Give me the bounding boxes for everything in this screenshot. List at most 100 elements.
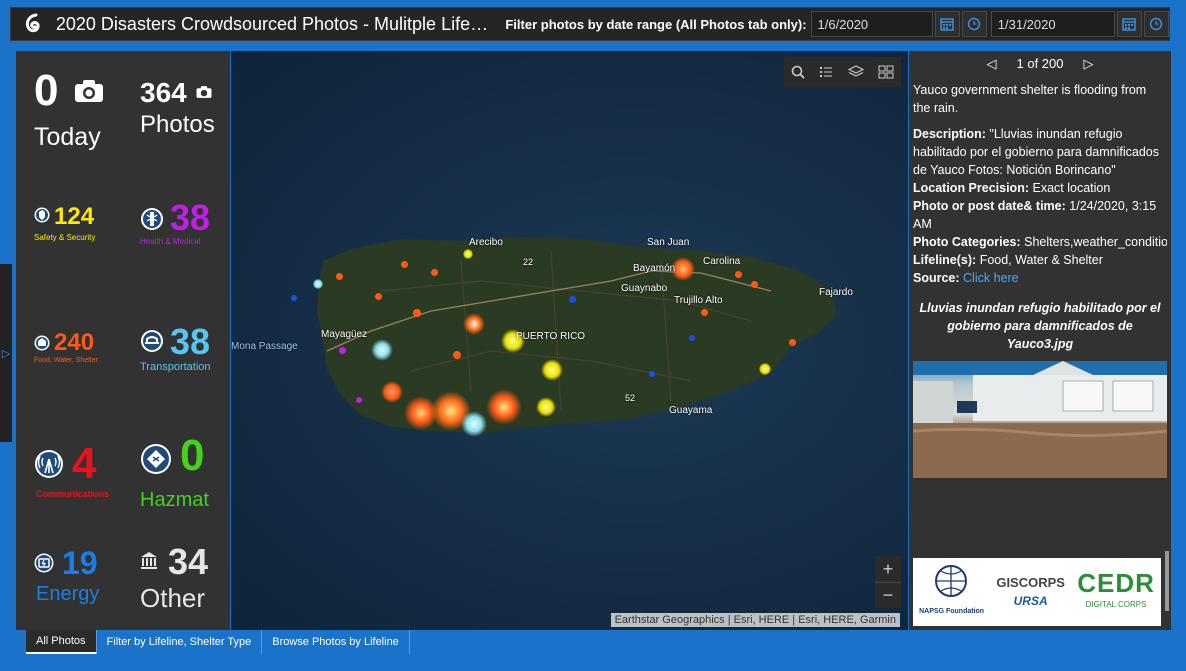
panel-scrollbar[interactable] <box>1165 551 1169 611</box>
hazmat-label: Hazmat <box>140 489 209 511</box>
clock-icon <box>1150 17 1163 31</box>
zoom-controls: + − <box>875 556 901 608</box>
photo-headline: Yauco government shelter is flooding fro… <box>913 83 1147 115</box>
tab-browse-by-lifeline[interactable]: Browse Photos by Lifeline <box>262 630 410 654</box>
map-marker[interactable] <box>536 397 556 417</box>
map-marker[interactable] <box>735 271 742 278</box>
expand-panel-handle[interactable]: ▷ <box>0 264 12 442</box>
app-title: 2020 Disasters Crowdsourced Photos - Mul… <box>55 13 488 34</box>
globe-icon <box>934 565 967 597</box>
end-date-input[interactable] <box>990 11 1115 37</box>
source-link[interactable]: Click here <box>963 271 1019 285</box>
calendar-icon <box>1122 18 1137 31</box>
end-clock-button[interactable] <box>1143 11 1169 37</box>
map-label-guaynabo: Guaynabo <box>621 283 668 294</box>
zoom-out-button[interactable]: − <box>875 582 901 608</box>
building-icon <box>141 552 157 569</box>
transportation-count: 38 <box>170 321 211 362</box>
map-label-guayama: Guayama <box>669 405 713 416</box>
map-marker[interactable] <box>649 371 655 377</box>
tab-all-photos[interactable]: All Photos <box>26 630 97 654</box>
date-label: Photo or post date& time: <box>913 199 1066 213</box>
map-marker[interactable] <box>569 296 576 303</box>
popup-pager: ◁ 1 of 200 ▷ <box>909 51 1171 77</box>
map-marker[interactable] <box>356 397 362 403</box>
food-count: 240 <box>54 329 95 356</box>
photos-label: Photos <box>140 111 215 138</box>
layers-icon[interactable] <box>847 65 864 79</box>
zoom-in-button[interactable]: + <box>875 556 901 582</box>
map-marker[interactable] <box>313 279 323 289</box>
map-marker[interactable] <box>453 351 461 359</box>
cedr-logo-text: CEDR <box>1077 568 1155 598</box>
map-marker[interactable] <box>461 411 487 437</box>
map-marker[interactable] <box>701 309 708 316</box>
bottom-tabs: All Photos Filter by Lifeline, Shelter T… <box>26 630 410 654</box>
health-label: Health & Medical <box>140 237 201 246</box>
map-attribution: Earthstar Geographics | Esri, HERE | Esr… <box>610 613 900 627</box>
map-label-puerto-rico: PUERTO RICO <box>516 331 586 342</box>
napsg-logo: NAPSG Foundation <box>919 563 984 621</box>
previous-icon[interactable]: ◁ <box>987 55 997 73</box>
map-marker[interactable] <box>431 269 438 276</box>
map-marker[interactable] <box>336 273 343 280</box>
urisa-logo-text: URSA <box>1013 594 1048 608</box>
map-marker[interactable] <box>463 249 473 259</box>
start-calendar-button[interactable] <box>934 11 960 37</box>
map-marker[interactable] <box>413 309 421 317</box>
photos-count: 364 <box>140 77 187 108</box>
photo-caption: Lluvias inundan refugio habilitado por e… <box>919 301 1161 351</box>
cedr-logo-subtext: DIGITAL CORPS <box>1085 600 1147 609</box>
map-label-fajardo: Fajardo <box>819 287 853 298</box>
map-marker[interactable] <box>401 261 408 268</box>
health-count: 38 <box>170 197 211 238</box>
safety-label: Safety & Security <box>34 233 96 242</box>
start-clock-button[interactable] <box>961 11 987 37</box>
cedr-logo: CEDR DIGITAL CORPS <box>1077 570 1155 614</box>
map-marker[interactable] <box>371 339 393 361</box>
camera-icon <box>75 80 103 102</box>
chevron-right-icon: ▷ <box>1 347 11 360</box>
map-label-trujillo-alto: Trujillo Alto <box>674 295 723 306</box>
legend-list-icon[interactable] <box>819 65 833 79</box>
napsg-logo-text: NAPSG Foundation <box>919 608 985 615</box>
stats-panel: 0 Today 364 Photos 124 Safety & Security… <box>16 51 230 630</box>
map-view[interactable]: Arecibo San Juan Bayamón Carolina Guayna… <box>231 51 908 630</box>
map-marker[interactable] <box>486 389 522 425</box>
map-marker[interactable] <box>463 313 485 335</box>
map-label-route-52: 52 <box>625 393 636 403</box>
map-marker[interactable] <box>381 381 403 403</box>
map-marker[interactable] <box>689 335 695 341</box>
map-marker[interactable] <box>759 363 771 375</box>
end-calendar-button[interactable] <box>1116 11 1142 37</box>
camera-icon <box>196 86 212 98</box>
map-marker[interactable] <box>291 295 297 301</box>
police-badge-icon <box>34 207 50 223</box>
map-label-bayamon: Bayamón <box>633 263 676 274</box>
partner-logos: NAPSG Foundation GISCORPS URSA CEDR DIGI… <box>913 558 1161 626</box>
map-marker[interactable] <box>541 359 563 381</box>
lifeline-label: Lifeline(s): <box>913 253 977 267</box>
communications-label: Communications <box>36 489 110 499</box>
flood-photo[interactable] <box>913 361 1167 478</box>
map-marker[interactable] <box>751 281 758 288</box>
photos-count-group: 364 <box>140 77 212 108</box>
basemap-gallery-icon[interactable] <box>878 65 894 79</box>
tab-filter-by-lifeline[interactable]: Filter by Lifeline, Shelter Type <box>97 630 263 654</box>
precision-value: Exact location <box>1032 181 1111 195</box>
pager-count: 1 of 200 <box>1016 56 1064 71</box>
today-count: 0 <box>34 66 59 115</box>
communications-count: 4 <box>72 439 97 488</box>
giscorps-logo-text: GISCORPS <box>996 575 1065 590</box>
safety-count: 124 <box>54 203 95 230</box>
calendar-icon <box>940 18 954 31</box>
map-label-mayaguez: Mayagüez <box>321 329 368 340</box>
map-marker[interactable] <box>375 293 382 300</box>
app-logo-icon <box>19 9 48 39</box>
date-filter-label: Filter photos by date range (All Photos … <box>505 16 807 32</box>
map-marker[interactable] <box>339 347 346 354</box>
start-date-input[interactable] <box>810 11 933 37</box>
map-marker[interactable] <box>789 339 796 346</box>
next-icon[interactable]: ▷ <box>1084 55 1094 73</box>
search-icon[interactable] <box>791 65 805 79</box>
